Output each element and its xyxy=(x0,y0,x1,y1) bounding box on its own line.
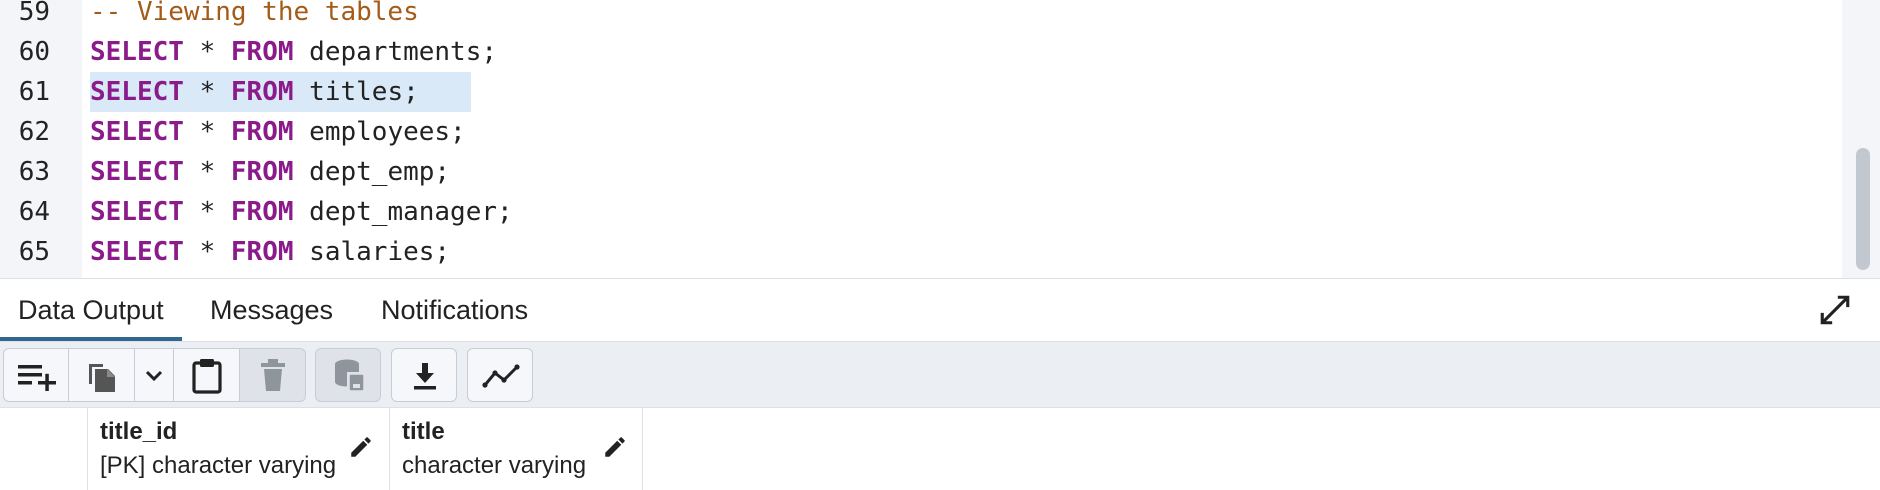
sql-keyword: FROM xyxy=(230,237,294,267)
delete-icon xyxy=(261,359,285,391)
code-line[interactable]: 63 SELECT * FROM dept_emp; xyxy=(0,152,1840,192)
sql-keyword: SELECT xyxy=(90,157,184,187)
data-toolbar xyxy=(0,342,1880,408)
sql-keyword: FROM xyxy=(230,77,294,107)
sql-keyword: FROM xyxy=(230,37,294,67)
copy-icon xyxy=(89,364,115,392)
code-line[interactable]: 64 SELECT * FROM dept_manager; xyxy=(0,192,1840,232)
query-tool: 59 -- Viewing the tables 60 SELECT * FRO… xyxy=(0,0,1880,490)
line-number: 65 xyxy=(18,237,50,267)
paste-icon xyxy=(192,359,222,394)
line-number: 62 xyxy=(18,117,50,147)
expand-icon[interactable] xyxy=(1818,293,1852,327)
sql-keyword: SELECT xyxy=(90,77,184,107)
graph-icon xyxy=(482,364,520,388)
line-number: 61 xyxy=(18,77,50,107)
download-icon xyxy=(414,363,436,390)
tab-data-output[interactable]: Data Output xyxy=(0,279,182,341)
code-text[interactable]: SELECT * FROM dept_emp; xyxy=(90,152,450,192)
code-text[interactable]: SELECT * FROM dept_manager; xyxy=(90,192,513,232)
line-number: 64 xyxy=(18,197,50,227)
download-button[interactable] xyxy=(391,348,457,402)
code-line[interactable]: 59 -- Viewing the tables xyxy=(0,0,1840,32)
sql-operator: * xyxy=(199,77,216,107)
line-number: 60 xyxy=(18,37,50,67)
sql-identifier: employees; xyxy=(309,117,466,147)
sql-identifier: dept_emp; xyxy=(309,157,451,187)
line-number: 63 xyxy=(18,157,50,187)
pencil-icon[interactable] xyxy=(348,434,374,460)
column-type: [PK] character varying xyxy=(100,452,337,479)
delete-button[interactable] xyxy=(240,348,306,402)
save-data-changes-button[interactable] xyxy=(315,348,381,402)
results-grid: title_id [PK] character varying title ch… xyxy=(0,408,1880,490)
chevron-down-icon xyxy=(145,370,163,382)
sql-keyword: SELECT xyxy=(90,117,184,147)
tab-notifications[interactable]: Notifications xyxy=(381,279,528,341)
sql-keyword: FROM xyxy=(230,197,294,227)
scrollbar-thumb[interactable] xyxy=(1856,148,1870,270)
column-name: title_id xyxy=(100,418,178,445)
code-line[interactable]: 65 SELECT * FROM salaries; xyxy=(0,232,1840,272)
column-name: title xyxy=(402,418,445,445)
editor-scrollbar[interactable] xyxy=(1842,0,1880,278)
selected-code-text[interactable]: SELECT * FROM titles; xyxy=(90,72,471,112)
sql-operator: * xyxy=(199,237,216,267)
add-row-button[interactable] xyxy=(3,348,69,402)
tab-messages[interactable]: Messages xyxy=(210,279,333,341)
sql-keyword: SELECT xyxy=(90,37,184,67)
code-text[interactable]: SELECT * FROM departments; xyxy=(90,32,497,72)
sql-operator: * xyxy=(199,117,216,147)
sql-editor[interactable]: 59 -- Viewing the tables 60 SELECT * FRO… xyxy=(0,0,1880,278)
column-header-title-id[interactable]: title_id [PK] character varying xyxy=(88,408,390,490)
code-line[interactable]: 62 SELECT * FROM employees; xyxy=(0,112,1840,152)
sql-identifier: salaries; xyxy=(309,237,451,267)
sql-identifier: departments; xyxy=(309,37,498,67)
graph-visualiser-button[interactable] xyxy=(467,348,533,402)
sql-operator: * xyxy=(199,37,216,67)
code-line[interactable]: 60 SELECT * FROM departments; xyxy=(0,32,1840,72)
paste-button[interactable] xyxy=(174,348,240,402)
sql-keyword: FROM xyxy=(230,157,294,187)
sql-operator: * xyxy=(199,197,216,227)
sql-operator: * xyxy=(199,157,216,187)
sql-keyword: SELECT xyxy=(90,237,184,267)
add-row-icon xyxy=(18,365,56,391)
sql-comment: -- Viewing the tables xyxy=(90,0,419,27)
code-text[interactable]: SELECT * FROM employees; xyxy=(90,112,466,152)
code-line-selected[interactable]: 61 SELECT * FROM titles; xyxy=(0,72,1840,112)
results-tabbar: Data Output Messages Notifications xyxy=(0,278,1880,342)
column-type: character varying xyxy=(402,452,587,479)
column-header-title[interactable]: title character varying xyxy=(390,408,643,490)
copy-button[interactable] xyxy=(69,348,135,402)
sql-keyword: FROM xyxy=(230,117,294,147)
code-text[interactable]: SELECT * FROM salaries; xyxy=(90,232,450,272)
pencil-icon[interactable] xyxy=(602,434,628,460)
sql-keyword: SELECT xyxy=(90,197,184,227)
save-data-icon xyxy=(335,359,365,392)
sql-identifier: titles; xyxy=(309,77,419,107)
row-number-header xyxy=(0,408,88,490)
sql-identifier: dept_manager; xyxy=(309,197,513,227)
code-text[interactable]: -- Viewing the tables xyxy=(90,0,419,32)
code-lines: 59 -- Viewing the tables 60 SELECT * FRO… xyxy=(0,0,1840,272)
line-number: 59 xyxy=(18,0,50,27)
copy-options-dropdown[interactable] xyxy=(135,348,174,402)
